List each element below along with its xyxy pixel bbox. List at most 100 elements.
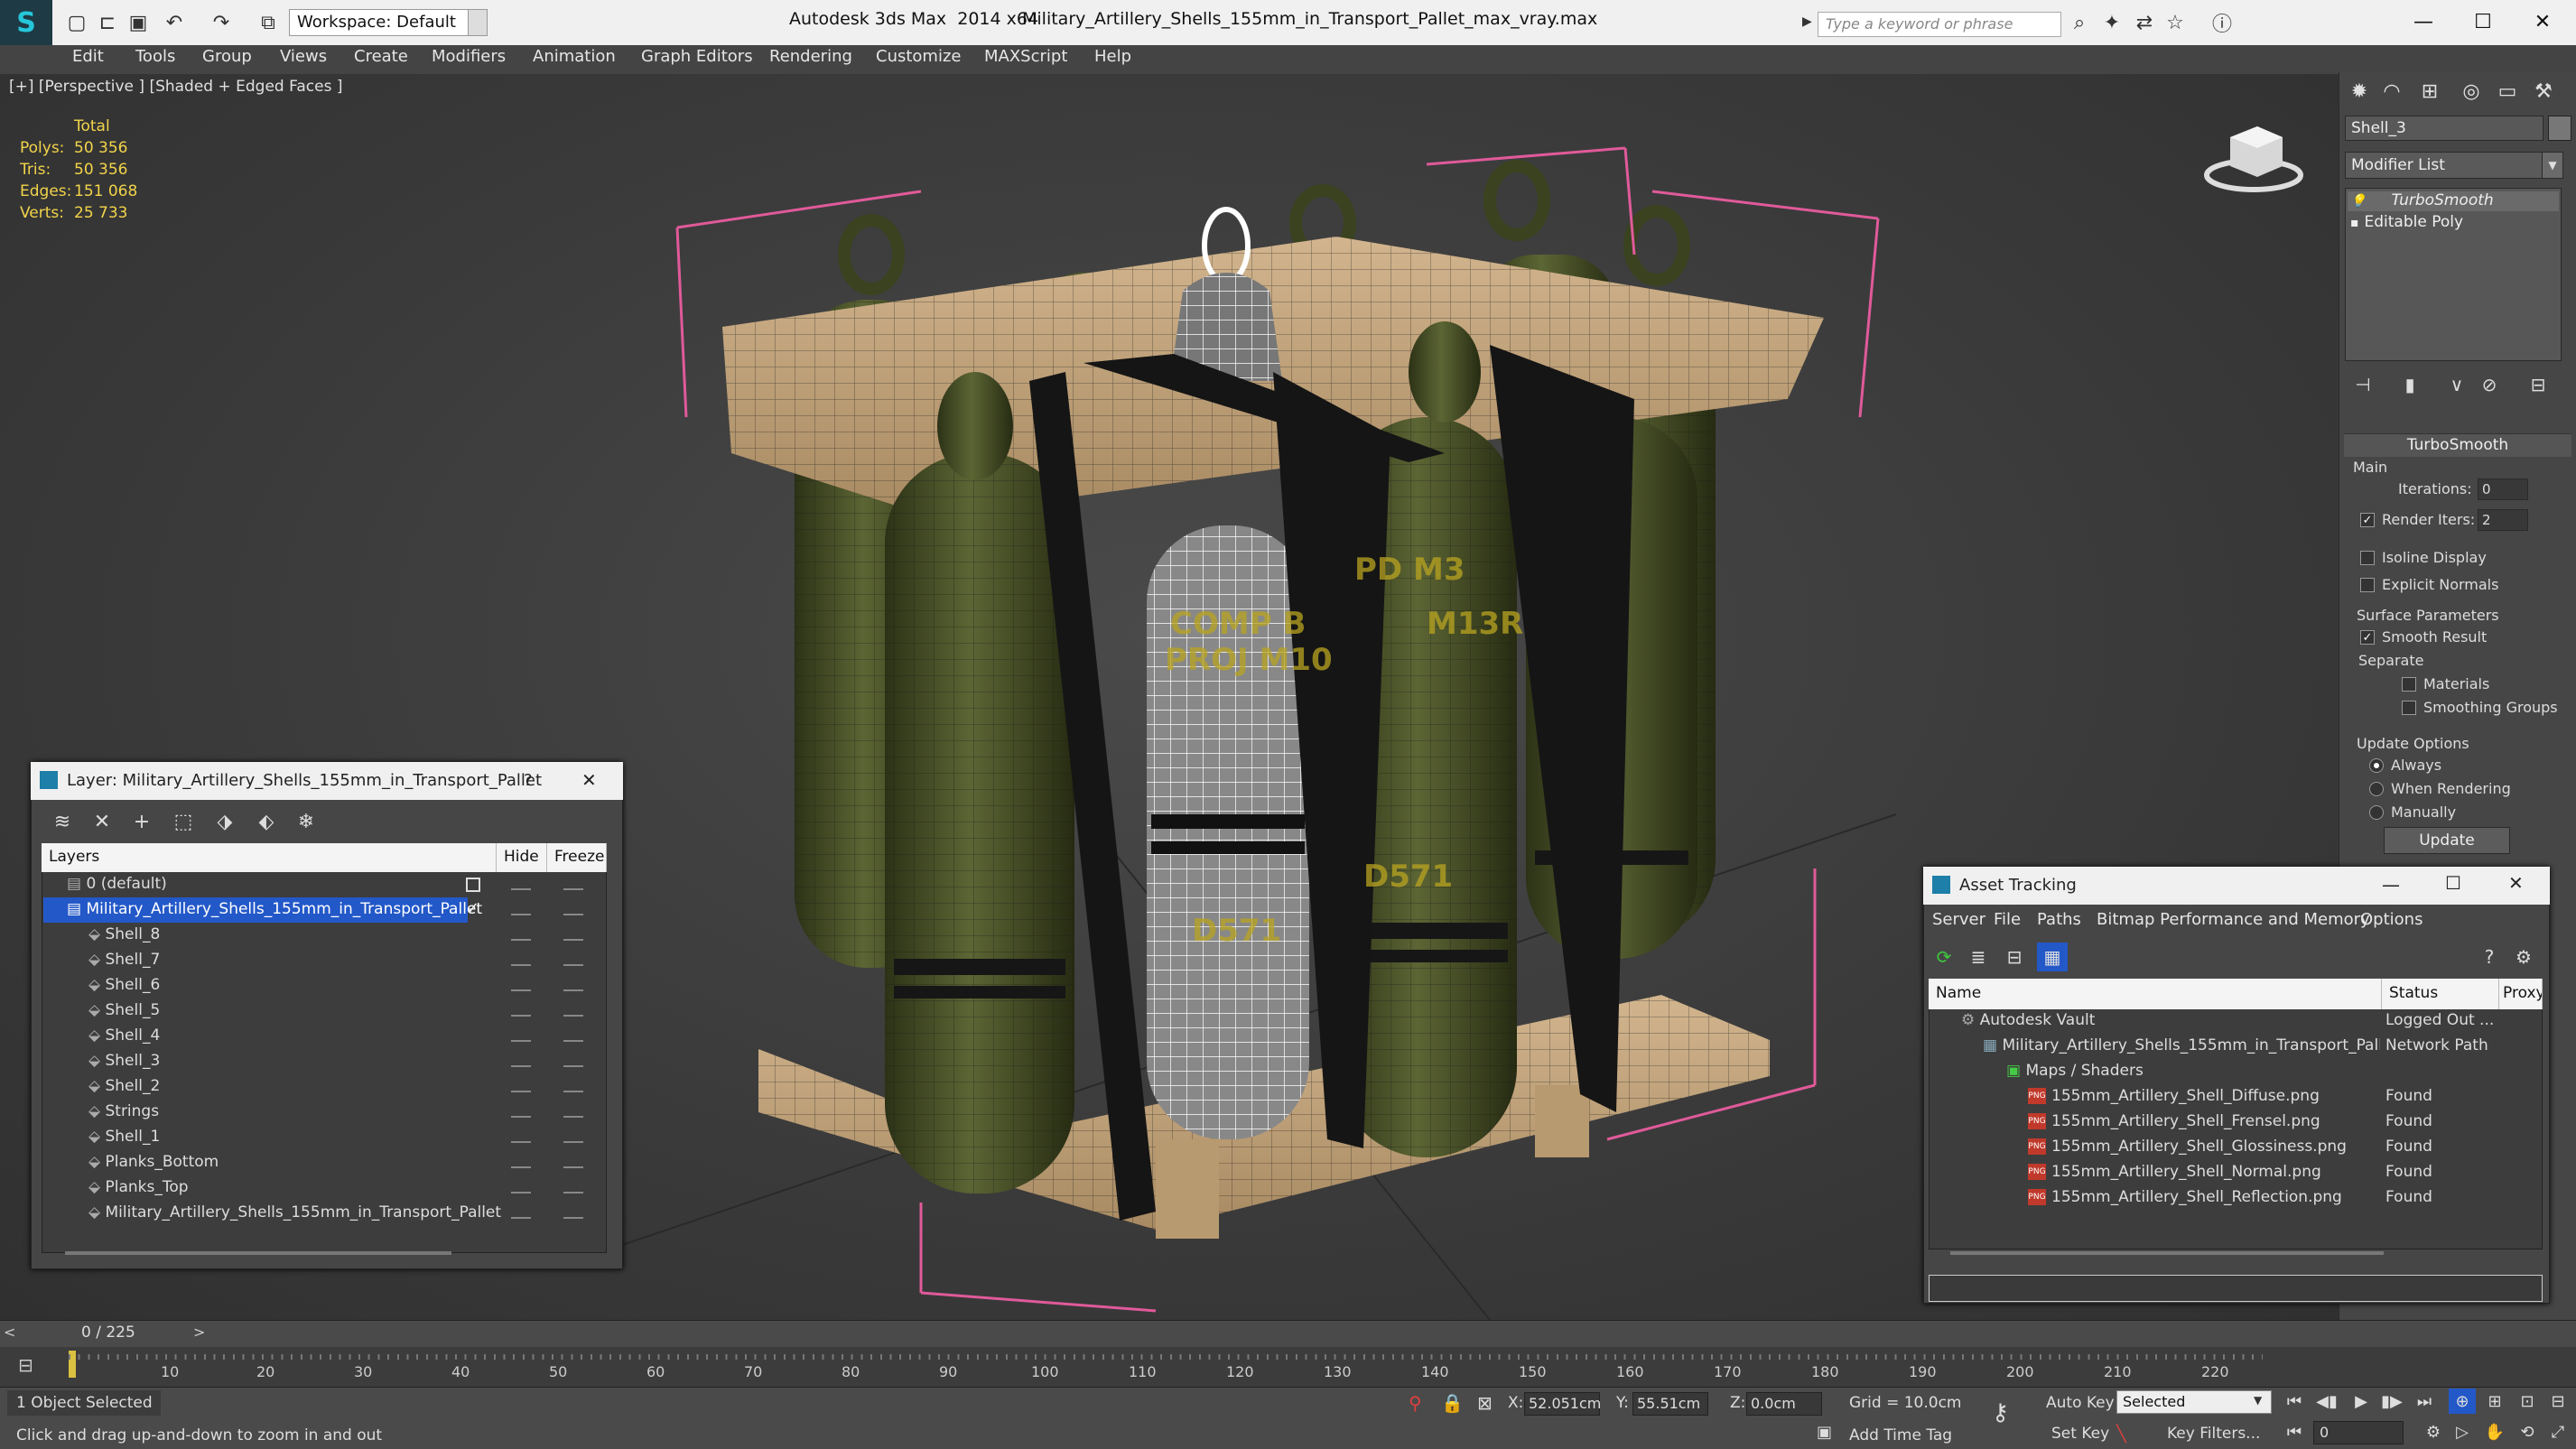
object-name-field[interactable]: Shell_3 xyxy=(2345,116,2543,141)
play-icon[interactable]: ▶ xyxy=(2348,1389,2375,1414)
selection-lock-icon[interactable]: 🔒 xyxy=(1441,1392,1464,1414)
freeze-toggles[interactable] xyxy=(563,888,583,1219)
menu-edit[interactable]: Edit xyxy=(72,47,104,66)
when-rendering-radio[interactable] xyxy=(2369,782,2384,796)
asset-menu-server[interactable]: Server xyxy=(1932,910,1985,929)
time-config-icon[interactable]: ⚙ xyxy=(2420,1419,2447,1444)
lightbulb-icon[interactable]: 💡 xyxy=(2350,194,2366,209)
menu-rendering[interactable]: Rendering xyxy=(769,47,852,66)
asset-menu-bitmap-performance[interactable]: Bitmap Performance and Memory xyxy=(2097,910,2370,929)
iterations-spinner[interactable]: 0 xyxy=(2478,478,2528,500)
make-unique-icon[interactable]: ∨ xyxy=(2443,372,2470,397)
close-icon[interactable]: ✕ xyxy=(2508,872,2524,894)
menu-group[interactable]: Group xyxy=(202,47,252,66)
previous-key-icon[interactable]: ◀▮ xyxy=(2313,1389,2340,1414)
render-iters-spinner[interactable]: 2 xyxy=(2478,509,2528,531)
y-coordinate-field[interactable]: 55.51cm xyxy=(1632,1392,1708,1416)
menu-tools[interactable]: Tools xyxy=(135,47,175,66)
next-frame-button[interactable]: > xyxy=(193,1324,205,1341)
time-tag-icon[interactable]: ▣ xyxy=(1817,1423,1832,1442)
orbit-icon[interactable]: ⟲ xyxy=(2514,1419,2541,1444)
asset-menu-options[interactable]: Options xyxy=(2360,910,2423,929)
minimize-button[interactable]: — xyxy=(2402,4,2445,40)
motion-tab-icon[interactable]: ◎ xyxy=(2456,76,2487,107)
create-tab-icon[interactable]: ✹ xyxy=(2344,76,2375,107)
zoom-extents-icon[interactable]: ⊡ xyxy=(2514,1389,2541,1414)
isolate-selection-icon[interactable]: ⚲ xyxy=(1409,1392,1422,1414)
menu-help[interactable]: Help xyxy=(1094,47,1131,66)
isoline-display-checkbox[interactable] xyxy=(2360,551,2375,565)
menu-create[interactable]: Create xyxy=(354,47,408,66)
layer-row[interactable]: ⬙ Shell_5 xyxy=(43,999,468,1024)
asset-path-field[interactable] xyxy=(1929,1275,2543,1302)
layer-row-selected[interactable]: ▤ Military_Artillery_Shells_155mm_in_Tra… xyxy=(43,897,482,923)
app-logo-icon[interactable]: S xyxy=(0,0,52,45)
layer-row[interactable]: ⬙ Shell_8 xyxy=(43,923,468,948)
zoom-all-icon[interactable]: ⊞ xyxy=(2481,1389,2508,1414)
freeze-all-icon[interactable]: ❄ xyxy=(291,807,321,836)
zoom-icon[interactable]: ⊕ xyxy=(2449,1389,2476,1414)
active-layer-check-icon[interactable]: ✓ xyxy=(466,899,479,918)
asset-row-name[interactable]: ▦ Military_Artillery_Shells_155mm_in_Tra… xyxy=(1983,1036,2380,1062)
update-button[interactable]: Update xyxy=(2384,827,2510,854)
z-coordinate-field[interactable]: 0.0cm xyxy=(1746,1392,1822,1416)
project-folder-icon[interactable]: ⧉ xyxy=(256,11,280,34)
list-view-icon[interactable]: ≣ xyxy=(1963,943,1994,971)
layer-row[interactable]: ⬙ Shell_7 xyxy=(43,948,468,973)
maximize-button[interactable]: ☐ xyxy=(2445,872,2461,894)
asset-row-name[interactable]: PNG 155mm_Artillery_Shell_Normal.png xyxy=(2028,1163,2380,1188)
configure-sets-icon[interactable]: ⊟ xyxy=(2525,372,2552,397)
layer-row[interactable]: ⬙ Strings xyxy=(43,1100,468,1125)
delete-layer-icon[interactable]: ✕ xyxy=(87,807,117,836)
proxy-column-header[interactable]: Proxy xyxy=(2499,979,2543,1009)
pan-view-icon[interactable]: ✋ xyxy=(2481,1419,2508,1444)
close-window-button[interactable]: ✕ xyxy=(2521,4,2564,40)
asset-row-name[interactable]: PNG 155mm_Artillery_Shell_Frensel.png xyxy=(2028,1112,2380,1138)
workspace-dropdown[interactable]: Workspace: Default xyxy=(289,9,470,36)
favorites-star-icon[interactable]: ☆ xyxy=(2163,11,2187,34)
tree-view-icon[interactable]: ⊟ xyxy=(1999,943,2030,971)
object-color-swatch[interactable] xyxy=(2548,116,2571,141)
save-icon[interactable]: ▣ xyxy=(126,11,150,34)
create-layer-icon[interactable]: ≋ xyxy=(47,807,78,836)
highlight-layer-icon[interactable]: ⬗ xyxy=(209,807,240,836)
layer-row[interactable]: ⬙ Planks_Bottom xyxy=(43,1150,468,1175)
asset-menu-file[interactable]: File xyxy=(1994,910,2021,929)
settings-icon[interactable]: ⚙ xyxy=(2508,943,2539,971)
display-tab-icon[interactable]: ▭ xyxy=(2492,76,2523,107)
key-filter-icon[interactable]: ╲ xyxy=(2116,1425,2126,1444)
hide-all-icon[interactable]: ⬖ xyxy=(251,807,282,836)
stack-item-editable-poly[interactable]: ▪ Editable Poly xyxy=(2350,213,2463,231)
open-file-icon[interactable]: ⊏ xyxy=(96,11,119,34)
auto-key-button[interactable]: Auto Key xyxy=(2046,1394,2115,1412)
layer-row[interactable]: ⬙ Shell_6 xyxy=(43,973,468,999)
zoom-extents-all-icon[interactable]: ⊟ xyxy=(2544,1389,2571,1414)
key-filters-button[interactable]: Key Filters... xyxy=(2167,1425,2260,1443)
absolute-mode-icon[interactable]: ⊠ xyxy=(1477,1392,1493,1414)
table-view-icon[interactable]: ▦ xyxy=(2037,943,2068,971)
hide-column-header[interactable]: Hide xyxy=(497,843,547,872)
layer-row[interactable]: ⬙ Planks_Top xyxy=(43,1175,468,1201)
expand-box-icon[interactable]: ▪ xyxy=(2350,216,2359,230)
layer-row[interactable]: ⬙ Shell_1 xyxy=(43,1125,468,1150)
key-icon[interactable]: ⚷ xyxy=(1992,1399,2009,1426)
render-iters-checkbox[interactable]: ✓ xyxy=(2360,513,2375,527)
hierarchy-tab-icon[interactable]: ⊞ xyxy=(2414,76,2445,107)
name-column-header[interactable]: Name xyxy=(1929,979,2382,1009)
layer-row[interactable]: ⬙ Shell_3 xyxy=(43,1049,468,1074)
stack-item-turbosmooth[interactable]: 💡 TurboSmooth xyxy=(2350,191,2494,209)
chevron-down-icon[interactable]: ▼ xyxy=(2542,152,2563,179)
asset-row-name[interactable]: PNG 155mm_Artillery_Shell_Reflection.png xyxy=(2028,1188,2380,1213)
asset-row-name[interactable]: PNG 155mm_Artillery_Shell_Glossiness.png xyxy=(2028,1138,2380,1163)
layer-row[interactable]: ⬙ Military_Artillery_Shells_155mm_in_Tra… xyxy=(43,1201,501,1226)
help-icon[interactable]: ⓘ xyxy=(2210,11,2234,36)
next-key-icon[interactable]: ▮▶ xyxy=(2378,1389,2405,1414)
materials-checkbox[interactable] xyxy=(2402,677,2416,692)
previous-frame-button[interactable]: < xyxy=(4,1324,15,1341)
refresh-icon[interactable]: ⟳ xyxy=(1929,943,1959,971)
menu-modifiers[interactable]: Modifiers xyxy=(432,47,506,66)
menu-customize[interactable]: Customize xyxy=(876,47,961,66)
pin-stack-icon[interactable]: ⊣ xyxy=(2349,372,2376,397)
smoothing-groups-checkbox[interactable] xyxy=(2402,701,2416,715)
chevron-down-icon[interactable]: ▼ xyxy=(468,9,488,36)
